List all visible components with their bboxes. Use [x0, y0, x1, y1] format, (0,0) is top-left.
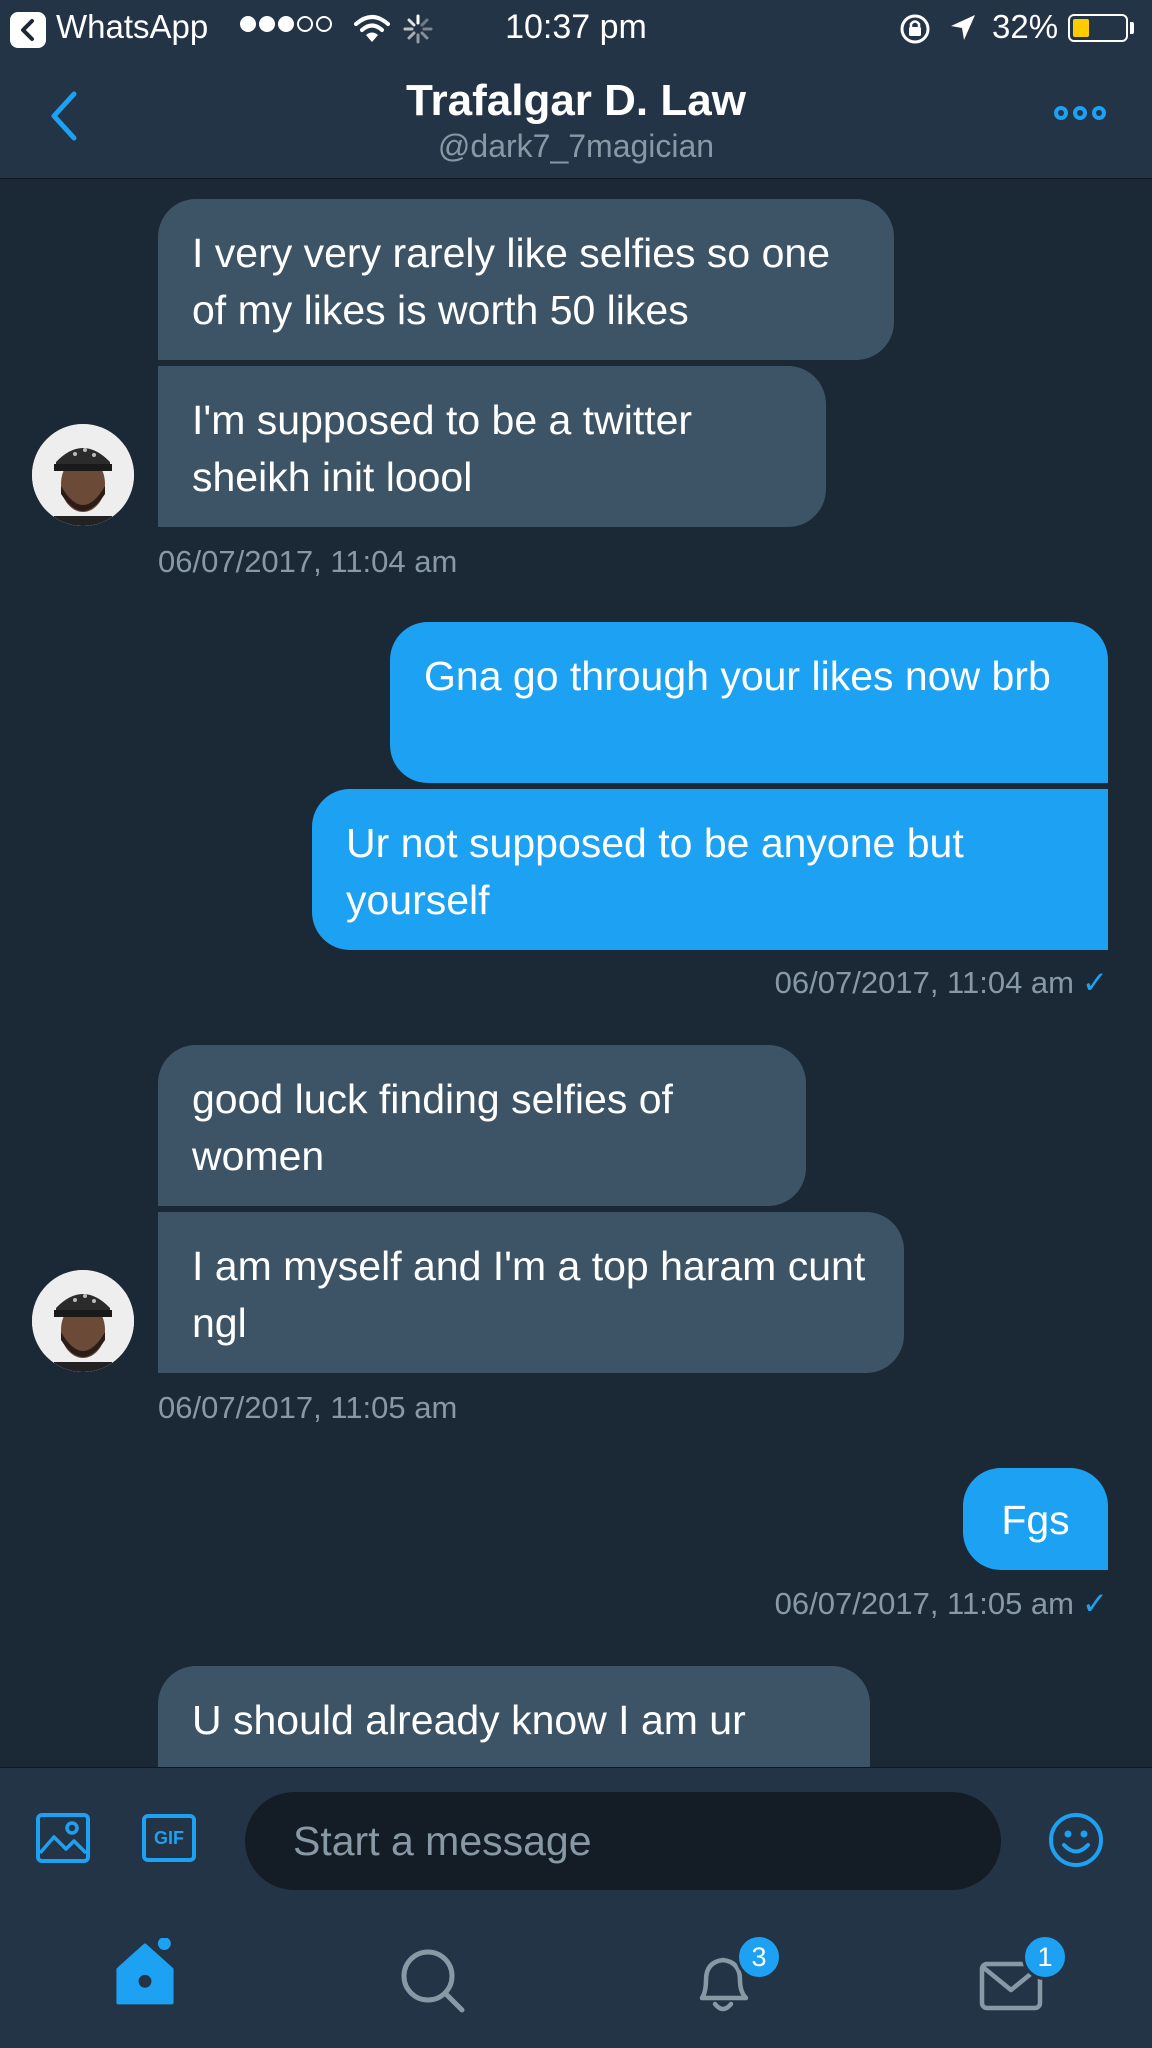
outgoing-message[interactable]: Gna go through your likes now brb — [390, 622, 1108, 783]
sent-check-icon: ✓ — [1082, 1586, 1108, 1621]
avatar[interactable] — [32, 424, 134, 526]
battery-percent: 32% — [992, 8, 1059, 45]
message-composer: GIF — [0, 1767, 1152, 1903]
more-options-icon[interactable] — [1054, 106, 1106, 120]
clock: 10:37 pm — [505, 8, 647, 46]
outgoing-message[interactable]: Fgs — [963, 1468, 1108, 1570]
message-thread[interactable]: I very very rarely like selfies so one o… — [0, 179, 1152, 1767]
messages-badge: 1 — [1022, 1934, 1068, 1980]
home-icon[interactable] — [110, 1938, 180, 2008]
location-arrow-icon — [951, 15, 975, 40]
rotation-lock-icon — [900, 14, 930, 44]
notifications-badge: 3 — [736, 1934, 782, 1980]
gif-button[interactable]: GIF — [142, 1814, 196, 1862]
contact-name[interactable]: Trafalgar D. Law — [0, 76, 1152, 126]
conversation-header: Trafalgar D. Law @dark7_7magician — [0, 58, 1152, 179]
incoming-message[interactable]: I'm supposed to be a twitter sheikh init… — [158, 366, 826, 527]
outgoing-message[interactable]: Ur not supposed to be anyone but yoursel… — [312, 789, 1108, 950]
message-timestamp: 06/07/2017, 11:05 am — [158, 1390, 458, 1425]
incoming-message[interactable]: good luck finding selfies of women — [158, 1045, 806, 1206]
message-timestamp-row: 06/07/2017, 11:05 am ✓ — [775, 1586, 1108, 1622]
incoming-message[interactable]: U should already know I am ur — [158, 1666, 870, 1767]
avatar[interactable] — [32, 1270, 134, 1372]
battery-icon — [1068, 14, 1128, 42]
image-icon[interactable] — [36, 1813, 90, 1863]
message-timestamp: 06/07/2017, 11:04 am — [158, 544, 458, 579]
battery-tip — [1130, 22, 1134, 34]
incoming-message[interactable]: I am myself and I'm a top haram cunt ngl — [158, 1212, 904, 1373]
status-bar: WhatsApp 10:37 pm 32% — [0, 0, 1152, 58]
incoming-message[interactable]: I very very rarely like selfies so one o… — [158, 199, 894, 360]
message-timestamp-row: 06/07/2017, 11:04 am ✓ — [775, 965, 1108, 1001]
message-timestamp: 06/07/2017, 11:05 am — [774, 1586, 1075, 1621]
contact-avatar-image — [32, 424, 134, 526]
tab-bar: 3 1 — [0, 1902, 1152, 2048]
contact-handle[interactable]: @dark7_7magician — [0, 128, 1152, 165]
more-dot — [1054, 106, 1068, 120]
contact-avatar-image — [32, 1270, 134, 1372]
emoji-icon[interactable] — [1048, 1812, 1104, 1868]
message-timestamp: 06/07/2017, 11:04 am — [774, 965, 1075, 1000]
message-input[interactable] — [245, 1792, 1001, 1890]
battery-level — [1073, 19, 1089, 37]
sent-check-icon: ✓ — [1082, 965, 1108, 1000]
more-dot — [1092, 106, 1106, 120]
search-icon[interactable] — [398, 1946, 468, 2016]
more-dot — [1073, 106, 1087, 120]
